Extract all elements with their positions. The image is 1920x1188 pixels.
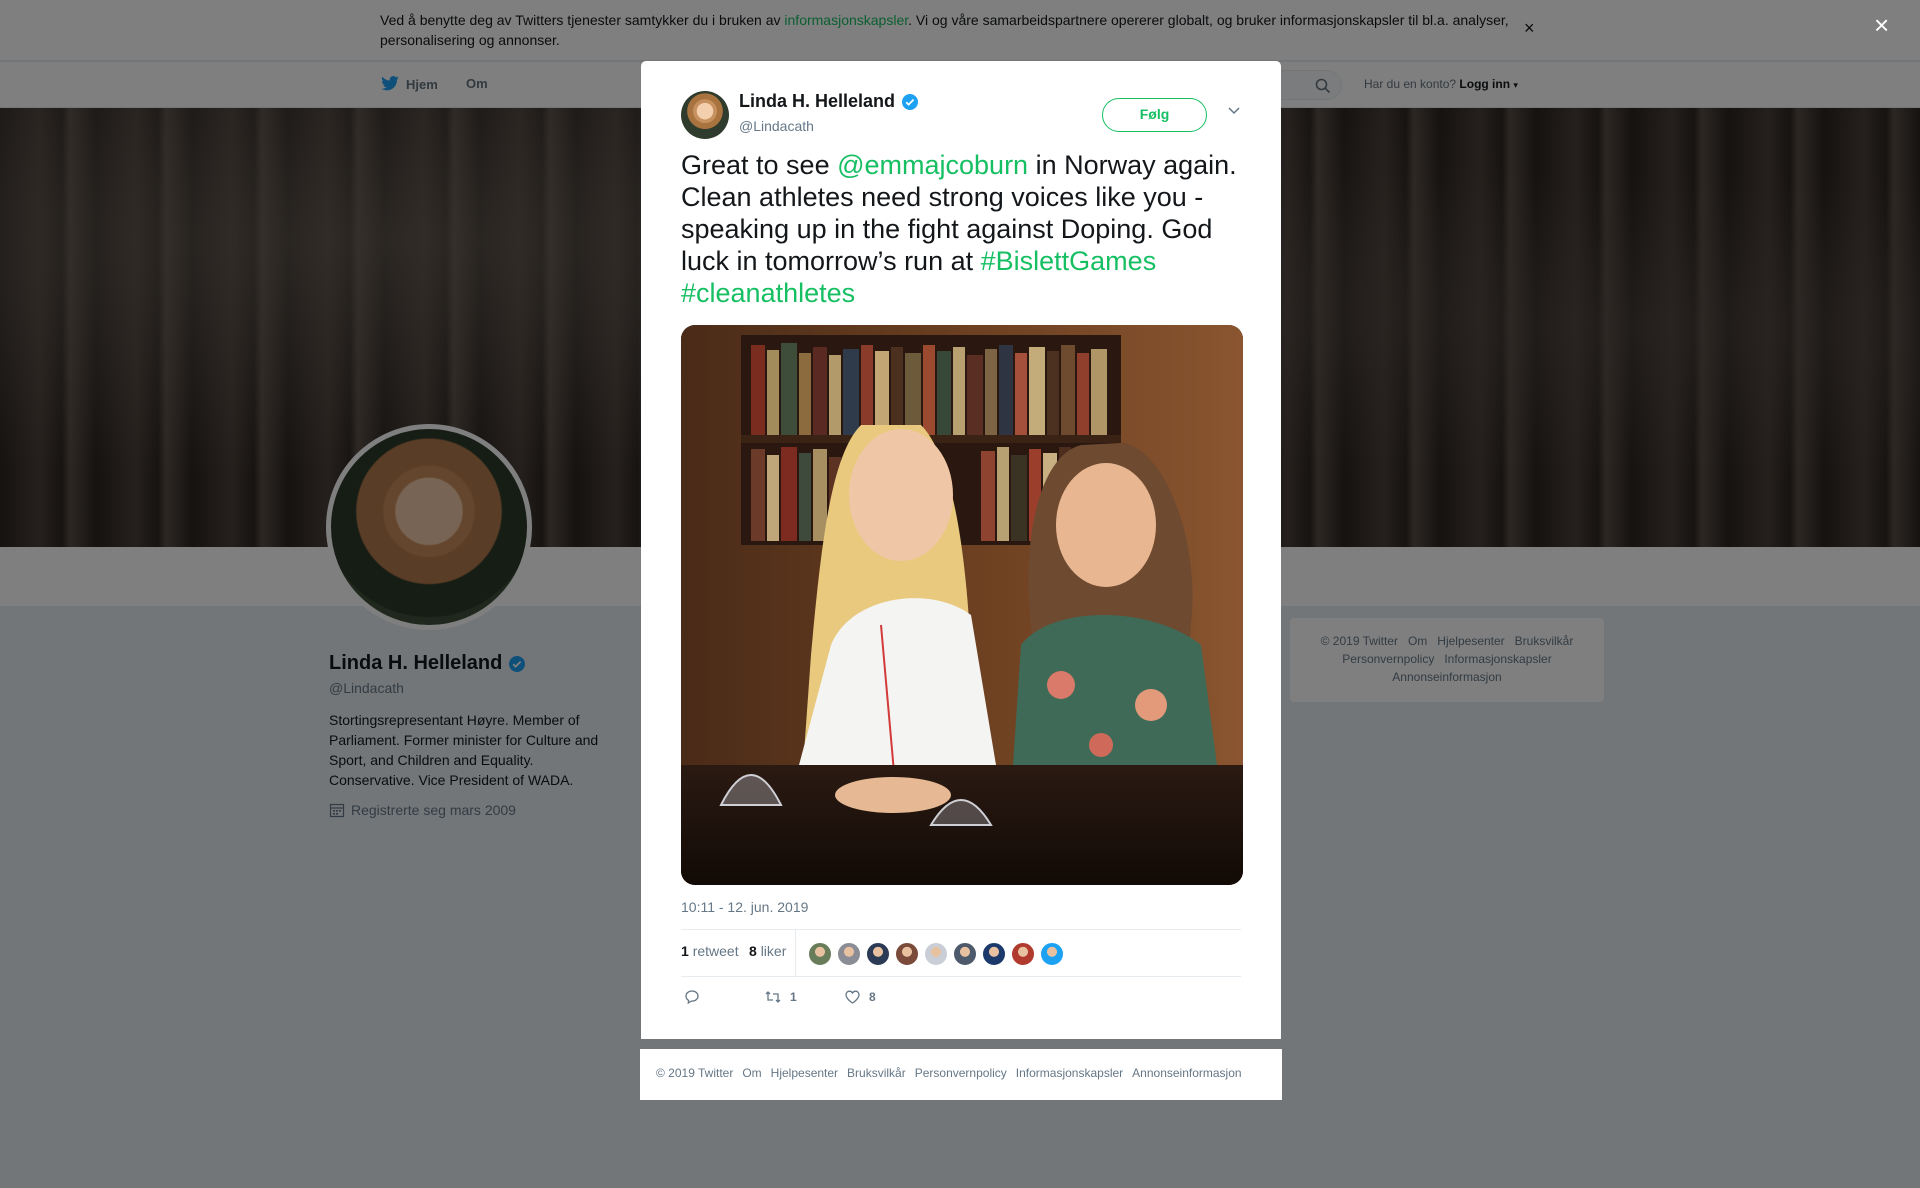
- retweet-button[interactable]: 1: [764, 989, 797, 1005]
- liker-avatar[interactable]: [895, 942, 919, 966]
- footer-link-about[interactable]: Om: [742, 1066, 761, 1080]
- liker-avatar[interactable]: [1040, 942, 1064, 966]
- tweet-text: Great to see @emmajcoburn in Norway agai…: [681, 150, 1237, 308]
- tweet-author-handle[interactable]: @Lindacath: [739, 118, 814, 134]
- liker-avatar[interactable]: [837, 942, 861, 966]
- modal-footer: © 2019 Twitter Om Hjelpesenter Bruksvilkår P…: [640, 1049, 1282, 1100]
- footer-link-help[interactable]: Hjelpesenter: [771, 1066, 838, 1080]
- liker-avatar[interactable]: [924, 942, 948, 966]
- liker-avatar[interactable]: [982, 942, 1006, 966]
- tweet-author-name[interactable]: Linda H. Helleland: [739, 91, 919, 112]
- like-button[interactable]: 8: [844, 989, 876, 1005]
- reply-button[interactable]: [684, 989, 708, 1005]
- follow-button[interactable]: Følg: [1102, 98, 1207, 132]
- footer-link-privacy[interactable]: Personvernpolicy: [915, 1066, 1007, 1080]
- retweet-icon: [765, 991, 781, 1003]
- retweet-stat[interactable]: 1 retweet: [681, 943, 739, 959]
- mention-link[interactable]: @emmajcoburn: [837, 150, 1028, 180]
- footer-copyright: © 2019 Twitter: [656, 1066, 734, 1080]
- like-stat[interactable]: 8 liker: [749, 943, 786, 959]
- tweet-timestamp[interactable]: 10:11 - 12. jun. 2019: [681, 899, 808, 915]
- close-icon[interactable]: ×: [1874, 12, 1889, 38]
- liker-avatar[interactable]: [808, 942, 832, 966]
- footer-link-ads-info[interactable]: Annonseinformasjon: [1132, 1066, 1241, 1080]
- hashtag-link[interactable]: #BislettGames: [981, 246, 1157, 276]
- tweet-modal: Linda H. Helleland @Lindacath Følg Great…: [641, 61, 1281, 1039]
- hashtag-link[interactable]: #cleanathletes: [681, 278, 855, 308]
- chevron-down-icon[interactable]: [1227, 105, 1241, 115]
- liker-avatar[interactable]: [953, 942, 977, 966]
- liker-avatars: [808, 942, 1064, 966]
- tweet-author-avatar[interactable]: [681, 91, 729, 139]
- verified-badge-icon: [902, 93, 919, 110]
- footer-link-terms[interactable]: Bruksvilkår: [847, 1066, 906, 1080]
- reply-icon: [685, 990, 699, 1005]
- heart-icon: [845, 990, 860, 1004]
- tweet-photo[interactable]: [681, 325, 1243, 885]
- footer-link-cookies[interactable]: Informasjonskapsler: [1016, 1066, 1123, 1080]
- photo-illustration: [681, 325, 1243, 885]
- liker-avatar[interactable]: [1011, 942, 1035, 966]
- liker-avatar[interactable]: [866, 942, 890, 966]
